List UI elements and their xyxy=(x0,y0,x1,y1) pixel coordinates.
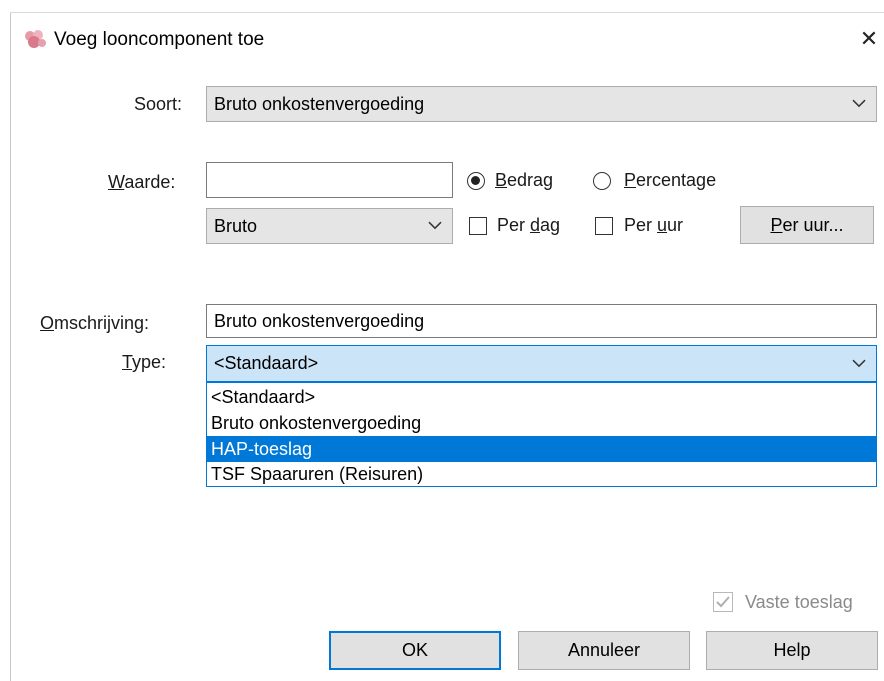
per-dag-pre: Per xyxy=(497,215,531,235)
type-label: Type: xyxy=(122,352,166,373)
per-uur-label: Per uur xyxy=(624,215,683,236)
type-combobox[interactable]: <Standaard> xyxy=(206,345,877,382)
waarde-accel: W xyxy=(108,172,125,192)
omschrijving-accel: O xyxy=(40,313,55,333)
close-icon[interactable]: ✕ xyxy=(856,26,882,52)
chevron-down-icon xyxy=(428,217,442,233)
ok-button[interactable]: OK xyxy=(329,631,501,670)
type-option[interactable]: Bruto onkostenvergoeding xyxy=(207,410,876,436)
per-uur-button-accel: P xyxy=(770,214,783,235)
type-option[interactable]: <Standaard> xyxy=(207,384,876,410)
soort-value: Bruto onkostenvergoeding xyxy=(214,93,425,114)
per-uur-post: ur xyxy=(667,215,684,235)
per-uur-checkbox[interactable] xyxy=(595,217,613,235)
app-flower-icon xyxy=(22,28,48,52)
per-uur-button[interactable]: Per uur... xyxy=(740,206,874,244)
annuleer-button[interactable]: Annuleer xyxy=(518,631,690,670)
bedrag-radio[interactable] xyxy=(467,172,485,190)
window-border xyxy=(10,12,11,681)
soort-combobox[interactable]: Bruto onkostenvergoeding xyxy=(206,86,877,122)
per-uur-accel: u xyxy=(657,215,668,235)
bruto-value: Bruto xyxy=(214,215,258,236)
checkmark-icon xyxy=(716,596,730,608)
percentage-rest: ercentage xyxy=(636,170,717,190)
waarde-label: Waarde: xyxy=(108,172,175,193)
window-border-top xyxy=(10,12,884,13)
omschrijving-input[interactable]: Bruto onkostenvergoeding xyxy=(206,304,877,338)
percentage-label: Percentage xyxy=(624,170,716,191)
per-dag-accel: d xyxy=(530,215,541,235)
bedrag-rest: edrag xyxy=(507,170,554,190)
chevron-down-icon xyxy=(852,355,866,371)
percentage-accel: P xyxy=(624,170,637,190)
waarde-input[interactable] xyxy=(206,162,453,198)
bedrag-label: Bedrag xyxy=(495,170,553,191)
type-label-rest: ype: xyxy=(132,352,167,372)
vaste-toeslag-label: Vaste toeslag xyxy=(745,592,853,612)
percentage-radio[interactable] xyxy=(593,172,611,190)
chevron-down-icon xyxy=(852,95,866,111)
bruto-combobox[interactable]: Bruto xyxy=(206,208,453,244)
per-uur-button-rest: er uur... xyxy=(782,214,844,235)
omschrijving-label: Omschrijving: xyxy=(40,313,149,334)
type-option-highlighted[interactable]: HAP-toeslag xyxy=(207,436,876,462)
per-dag-checkbox[interactable] xyxy=(469,217,487,235)
per-uur-pre: Per xyxy=(624,215,658,235)
waarde-label-rest: aarde: xyxy=(124,172,176,192)
dialog-window: Voeg looncomponent toe ✕ Soort: Bruto on… xyxy=(0,0,884,681)
window-title: Voeg looncomponent toe xyxy=(54,29,265,50)
per-dag-label: Per dag xyxy=(497,215,560,236)
type-value: <Standaard> xyxy=(214,353,319,373)
omschrijving-label-rest: mschrijving: xyxy=(54,313,150,333)
type-dropdown-list[interactable]: <Standaard> Bruto onkostenvergoeding HAP… xyxy=(206,382,877,487)
vaste-toeslag-checkbox[interactable] xyxy=(713,592,733,612)
soort-label: Soort: xyxy=(134,94,183,114)
per-dag-post: ag xyxy=(540,215,561,235)
type-accel: T xyxy=(122,352,133,372)
help-button[interactable]: Help xyxy=(706,631,878,670)
bedrag-accel: B xyxy=(495,170,508,190)
type-option[interactable]: TSF Spaaruren (Reisuren) xyxy=(207,461,876,487)
